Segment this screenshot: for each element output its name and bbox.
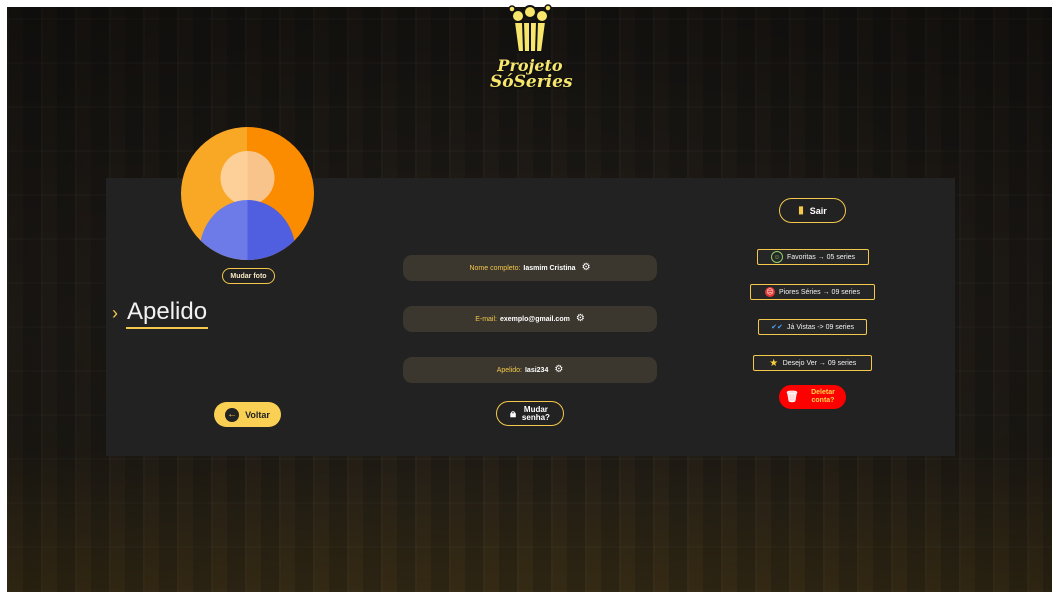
stat-label: Piores Séries → 09 series xyxy=(779,288,860,296)
gear-icon[interactable]: ⚙ xyxy=(582,263,591,273)
gear-icon[interactable]: ⚙ xyxy=(554,365,563,375)
field-value: Iasi234 xyxy=(524,366,549,374)
user-silhouette-icon xyxy=(199,151,296,260)
field-label: Nome completo: xyxy=(469,264,521,272)
stat-label: Já Vistas -> 09 series xyxy=(787,323,854,331)
sad-face-icon: ☹ xyxy=(765,287,776,297)
field-label: Apelido: xyxy=(496,366,522,374)
arrow-left-icon: ← xyxy=(225,407,240,422)
change-password-label: Mudar senha? xyxy=(521,404,550,422)
email-field: E-mail: exemplo@gmail.com ⚙ xyxy=(403,306,657,332)
nickname-heading-row: › Apelido xyxy=(112,298,209,329)
nickname-field: Apelido: Iasi234 ⚙ xyxy=(403,357,657,383)
stat-favorites[interactable]: ☺ Favoritas → 05 series xyxy=(757,249,869,265)
logout-button[interactable]: ▮ Sair xyxy=(779,198,846,223)
stat-worst[interactable]: ☹ Piores Séries → 09 series xyxy=(750,284,875,300)
nickname-heading: Apelido xyxy=(126,298,209,329)
back-button-label: Voltar xyxy=(245,409,270,420)
popcorn-icon xyxy=(508,4,552,53)
field-value: exemplo@gmail.com xyxy=(499,315,570,323)
logout-label: Sair xyxy=(809,205,827,216)
delete-account-label: Deletar conta? xyxy=(811,389,835,404)
smile-icon: ☺ xyxy=(770,251,783,263)
door-icon: ▮ xyxy=(798,205,804,216)
stat-wishlist[interactable]: ★ Desejo Ver → 09 series xyxy=(753,355,872,371)
stat-watched[interactable]: ✔✔ Já Vistas -> 09 series xyxy=(758,319,867,335)
full-name-field: Nome completo: Iasmim Cristina ⚙ xyxy=(403,255,657,281)
back-button[interactable]: ← Voltar xyxy=(214,402,281,427)
avatar xyxy=(181,127,314,260)
double-check-icon: ✔✔ xyxy=(771,323,783,331)
field-label: E-mail: xyxy=(475,315,497,323)
logo-text-line2: SóSeries xyxy=(490,72,573,92)
lock-icon: 🔒︎ xyxy=(510,407,516,420)
site-logo[interactable]: Projeto SóSeries xyxy=(490,4,573,92)
chevron-right-icon: › xyxy=(112,303,118,323)
field-value: Iasmim Cristina xyxy=(523,264,576,272)
change-password-button[interactable]: 🔒︎ Mudar senha? xyxy=(496,401,564,426)
stat-label: Desejo Ver → 09 series xyxy=(782,359,857,367)
stat-label: Favoritas → 05 series xyxy=(786,253,856,261)
delete-account-button[interactable]: 🗑︎ Deletar conta? xyxy=(779,385,846,409)
gear-icon[interactable]: ⚙ xyxy=(576,314,585,324)
trash-icon: 🗑︎ xyxy=(785,391,799,403)
star-face-icon: ★ xyxy=(769,357,779,369)
change-photo-button[interactable]: Mudar foto xyxy=(222,268,275,284)
